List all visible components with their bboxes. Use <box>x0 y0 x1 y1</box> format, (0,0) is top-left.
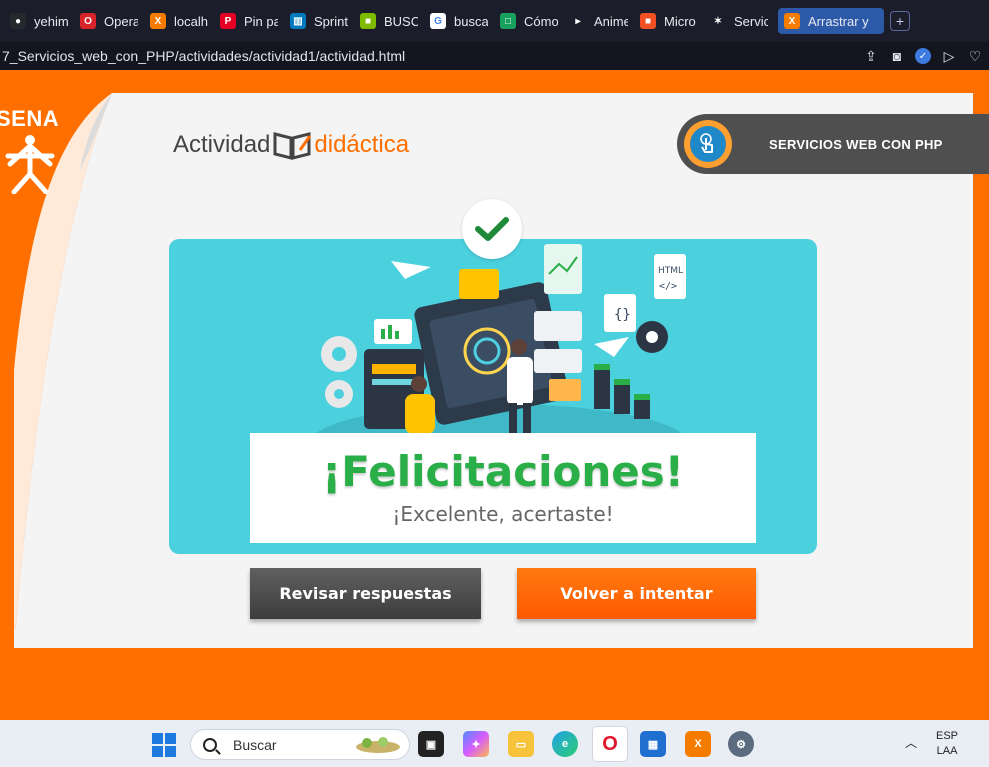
search-icon <box>203 737 217 752</box>
taskbar-search[interactable]: Buscar <box>190 729 410 760</box>
microsoft-icon: ■ <box>640 13 656 29</box>
github-icon: ● <box>10 13 26 29</box>
opera-icon: O <box>80 13 96 29</box>
activity-brand: Actividad didáctica <box>173 130 409 160</box>
browser-tab-label: Arrastrar y <box>808 13 869 29</box>
browser-tab[interactable]: ■ Micro <box>634 8 704 34</box>
result-message-box: ¡Felicitaciones! ¡Excelente, acertaste! <box>250 433 756 543</box>
browser-tab[interactable]: ▸ Anime <box>564 8 634 34</box>
svg-text:HTML: HTML <box>658 266 683 276</box>
app-icon: □ <box>500 13 516 29</box>
browser-tab-label: Opera <box>104 13 138 29</box>
course-banner: SERVICIOS WEB CON PHP <box>677 114 989 174</box>
sena-icon: ✶ <box>710 13 726 29</box>
edge-icon[interactable]: e <box>552 731 578 757</box>
course-title: SERVICIOS WEB CON PHP <box>769 136 943 152</box>
copilot-icon[interactable]: ✦ <box>463 731 489 757</box>
browser-tab[interactable]: ✶ Servic <box>704 8 774 34</box>
browser-tab-label: Servic <box>734 13 768 29</box>
browser-tab-label: Anime <box>594 13 628 29</box>
browser-tab-label: BUSC <box>384 13 418 29</box>
browser-tab-label: Cómo <box>524 13 558 29</box>
review-answers-button[interactable]: Revisar respuestas <box>250 568 481 619</box>
browser-tab[interactable]: ▥ Sprint <box>284 8 354 34</box>
language-indicator[interactable]: ESP LAA <box>936 729 958 759</box>
xampp-taskbar-icon[interactable]: X <box>685 731 711 757</box>
google-icon: G <box>430 13 446 29</box>
address-bar: 7_Servicios_web_con_PHP/actividades/acti… <box>0 42 989 70</box>
brand-word-activity: Actividad <box>173 131 271 158</box>
browser-tab[interactable]: ■ BUSC <box>354 8 424 34</box>
svg-text:</>: </> <box>659 281 677 292</box>
task-view-icon[interactable]: ▣ <box>418 731 444 757</box>
browser-tab-label: Pin pa <box>244 13 278 29</box>
share-icon[interactable]: ⇪ <box>863 48 879 64</box>
file-explorer-icon[interactable]: ▭ <box>508 731 534 757</box>
retry-button[interactable]: Volver a intentar <box>517 568 756 619</box>
camera-icon[interactable]: ◙ <box>889 48 905 64</box>
sena-logo-icon <box>5 135 55 194</box>
browser-tab-bar: ● yehim O Opera Xlocalh P Pin pa ▥ Sprint ■ BUSC Gb… <box>0 0 989 42</box>
opera-taskbar-icon[interactable]: O <box>592 726 628 762</box>
tray-chevron-icon[interactable]: ︿ <box>905 736 917 751</box>
browser-tab-label: Micro <box>664 13 696 29</box>
pinterest-icon: P <box>220 13 236 29</box>
browser-tab[interactable]: □ Cómo <box>494 8 564 34</box>
xampp-icon: X <box>784 13 800 29</box>
svg-text:{}: {} <box>614 307 631 323</box>
result-subtitle: ¡Excelente, acertaste! <box>392 502 614 526</box>
vpn-shield-icon[interactable]: ✓ <box>915 48 931 64</box>
search-highlight-icon <box>356 736 400 753</box>
sena-logo: SENA <box>0 106 70 194</box>
url-field[interactable]: 7_Servicios_web_con_PHP/actividades/acti… <box>0 48 863 64</box>
browser-tab-active[interactable]: X Arrastrar y <box>778 8 884 34</box>
play-icon: ▸ <box>570 13 586 29</box>
browser-tab[interactable]: Xlocalh <box>144 8 214 34</box>
new-tab-button[interactable]: + <box>890 11 910 31</box>
send-icon[interactable]: ▷ <box>941 48 957 64</box>
brand-word-didactic: didáctica <box>314 131 410 158</box>
browser-tab[interactable]: ● yehim <box>4 8 74 34</box>
trello-icon: ▥ <box>290 13 306 29</box>
touch-icon <box>684 120 732 168</box>
microsoft-icon: ■ <box>360 13 376 29</box>
xampp-icon: X <box>150 13 166 29</box>
browser-tab-label: yehim <box>34 13 68 29</box>
windows-taskbar: Buscar ▣ ✦ ▭ e O ▦ X ⚙ ︿ ESP LAA <box>0 720 989 767</box>
browser-tab-label: localh <box>174 13 208 29</box>
windows-start-icon[interactable] <box>152 733 176 757</box>
store-icon[interactable]: ▦ <box>640 731 666 757</box>
browser-tab-label: Sprint <box>314 13 348 29</box>
browser-tab[interactable]: Gbusca <box>424 8 494 34</box>
heart-icon[interactable]: ♡ <box>967 48 983 64</box>
browser-tab[interactable]: P Pin pa <box>214 8 284 34</box>
settings-gear-icon[interactable]: ⚙ <box>728 731 754 757</box>
search-placeholder: Buscar <box>233 736 277 753</box>
book-icon <box>273 132 312 160</box>
browser-tab-label: busca <box>454 13 488 29</box>
browser-tab[interactable]: O Opera <box>74 8 144 34</box>
page-background: SENA Actividad didáctica SERVICIOS WEB C… <box>0 70 989 720</box>
success-check-icon <box>462 199 522 259</box>
result-title: ¡Felicitaciones! <box>322 447 684 496</box>
